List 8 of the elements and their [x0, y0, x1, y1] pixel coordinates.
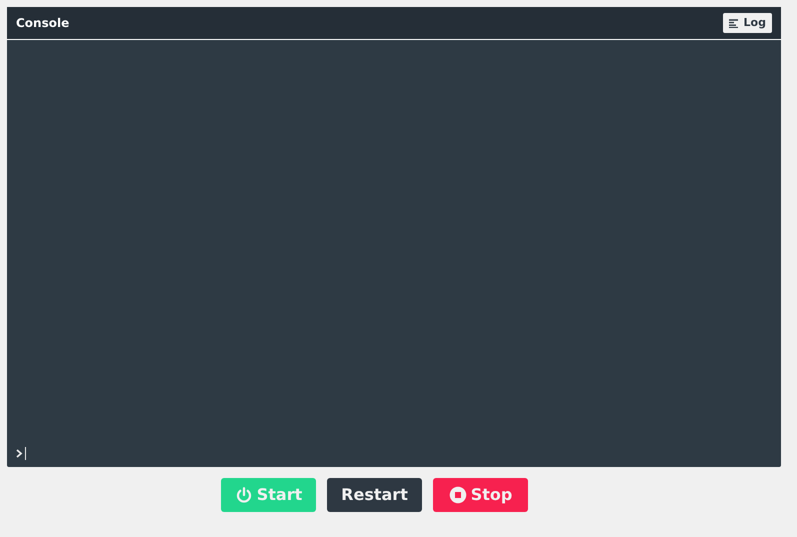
log-button[interactable]: Log [722, 13, 772, 33]
lines-icon [728, 18, 739, 28]
restart-button[interactable]: Restart [327, 478, 422, 512]
text-cursor-icon [25, 446, 26, 460]
chevron-icon [16, 448, 23, 458]
stop-icon [448, 486, 467, 504]
power-icon [234, 486, 253, 504]
console-title: Console [16, 15, 70, 32]
